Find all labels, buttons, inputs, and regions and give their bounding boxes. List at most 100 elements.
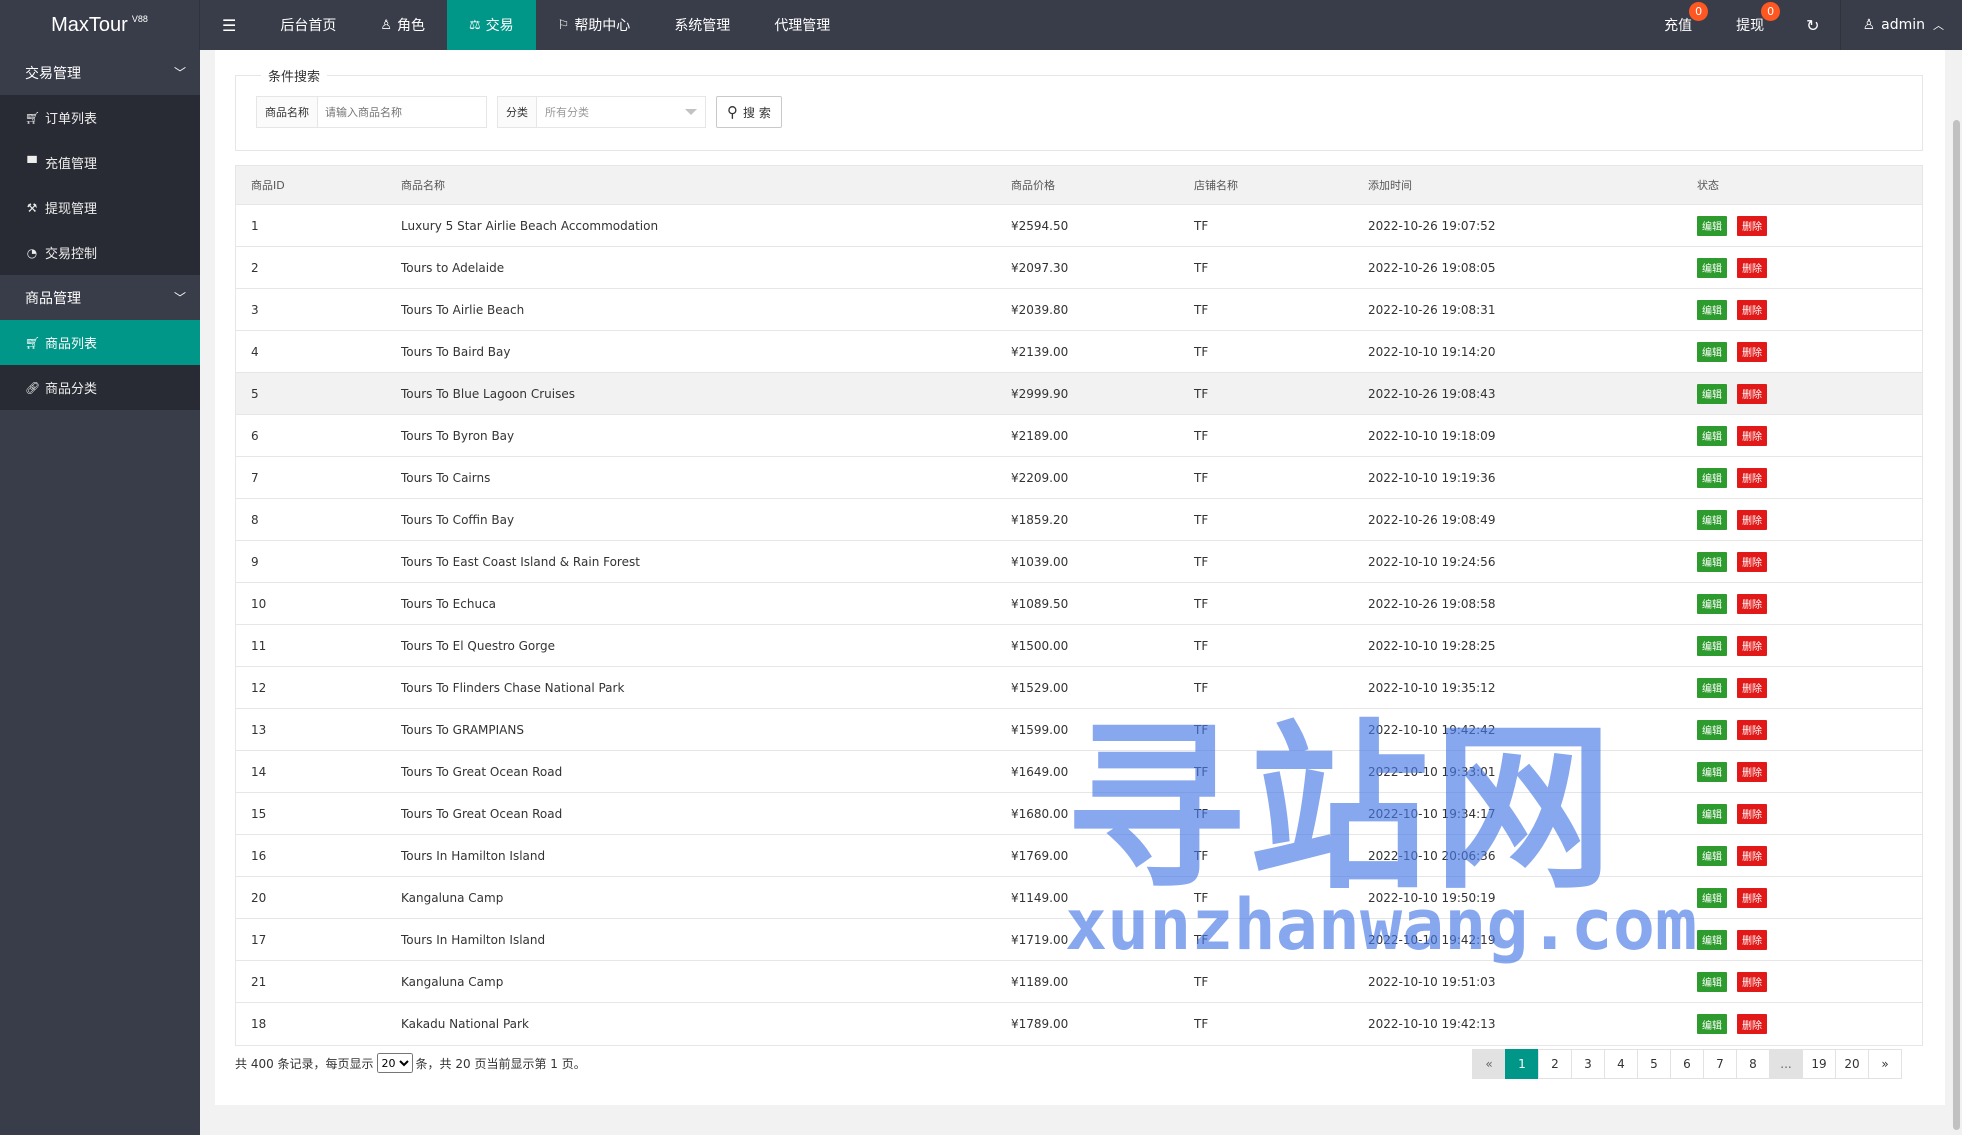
- table-row[interactable]: 21 Kangaluna Camp ¥1189.00 TF 2022-10-10 19:…: [236, 961, 1922, 1003]
- table-row[interactable]: 5 Tours To Blue Lagoon Cruises ¥2999.90 TF 2…: [236, 373, 1922, 415]
- edit-button[interactable]: 编辑: [1697, 887, 1727, 908]
- edit-button[interactable]: 编辑: [1697, 971, 1727, 992]
- user-menu[interactable]: ♙ admin ︿: [1839, 0, 1962, 50]
- table-row[interactable]: 15 Tours To Great Ocean Road ¥1680.00 TF 202…: [236, 793, 1922, 835]
- nav-role[interactable]: ♙ 角色: [358, 0, 447, 50]
- search-button[interactable]: ⚲ 搜 索: [716, 96, 782, 128]
- edit-button[interactable]: 编辑: [1697, 383, 1727, 404]
- cell-name: Tours To Coffin Bay: [401, 512, 515, 527]
- delete-button[interactable]: 删除: [1737, 215, 1767, 236]
- recharge-button[interactable]: 充值 0: [1642, 0, 1714, 50]
- pager-page[interactable]: 6: [1670, 1049, 1704, 1079]
- edit-button[interactable]: 编辑: [1697, 299, 1727, 320]
- delete-button[interactable]: 删除: [1737, 551, 1767, 572]
- pager-page[interactable]: 3: [1571, 1049, 1605, 1079]
- edit-button[interactable]: 编辑: [1697, 803, 1727, 824]
- sidebar-item-trade-control[interactable]: ◔ 交易控制: [0, 230, 200, 275]
- delete-button[interactable]: 删除: [1737, 509, 1767, 530]
- nav-home[interactable]: 后台首页: [258, 0, 358, 50]
- table-row[interactable]: 3 Tours To Airlie Beach ¥2039.80 TF 2022-10-…: [236, 289, 1922, 331]
- sidebar-group-trade[interactable]: 交易管理 ﹀: [0, 50, 200, 95]
- pager-page[interactable]: 19: [1802, 1049, 1836, 1079]
- delete-button[interactable]: 删除: [1737, 929, 1767, 950]
- table-row[interactable]: 13 Tours To GRAMPIANS ¥1599.00 TF 2022-10-10…: [236, 709, 1922, 751]
- table-row[interactable]: 18 Kakadu National Park ¥1789.00 TF 2022-10-…: [236, 1003, 1922, 1045]
- delete-button[interactable]: 删除: [1737, 887, 1767, 908]
- delete-button[interactable]: 删除: [1737, 971, 1767, 992]
- edit-button[interactable]: 编辑: [1697, 425, 1727, 446]
- delete-button[interactable]: 删除: [1737, 425, 1767, 446]
- edit-button[interactable]: 编辑: [1697, 551, 1727, 572]
- sidebar-item-goods-category[interactable]: 🔗︎ 商品分类: [0, 365, 200, 410]
- table-row[interactable]: 8 Tours To Coffin Bay ¥1859.20 TF 2022-10-26…: [236, 499, 1922, 541]
- table-row[interactable]: 4 Tours To Baird Bay ¥2139.00 TF 2022-10-10 …: [236, 331, 1922, 373]
- edit-button[interactable]: 编辑: [1697, 635, 1727, 656]
- delete-button[interactable]: 删除: [1737, 677, 1767, 698]
- page-scrollbar[interactable]: [1951, 50, 1962, 1135]
- edit-button[interactable]: 编辑: [1697, 593, 1727, 614]
- category-select[interactable]: 所有分类: [537, 97, 705, 127]
- delete-button[interactable]: 删除: [1737, 719, 1767, 740]
- delete-button[interactable]: 删除: [1737, 467, 1767, 488]
- table-row[interactable]: 7 Tours To Cairns ¥2209.00 TF 2022-10-10 19:…: [236, 457, 1922, 499]
- nav-agent[interactable]: 代理管理: [752, 0, 852, 50]
- edit-button[interactable]: 编辑: [1697, 257, 1727, 278]
- sidebar-group-goods[interactable]: 商品管理 ﹀: [0, 275, 200, 320]
- app-logo[interactable]: MaxTour V88: [0, 0, 200, 50]
- table-row[interactable]: 11 Tours To El Questro Gorge ¥1500.00 TF 202…: [236, 625, 1922, 667]
- nav-help[interactable]: ⚐ 帮助中心: [536, 0, 653, 50]
- pager-page[interactable]: 8: [1736, 1049, 1770, 1079]
- sidebar-item-recharge[interactable]: ▀ 充值管理: [0, 140, 200, 185]
- delete-button[interactable]: 删除: [1737, 845, 1767, 866]
- delete-button[interactable]: 删除: [1737, 1014, 1767, 1034]
- edit-button[interactable]: 编辑: [1697, 929, 1727, 950]
- pager-page[interactable]: 1: [1505, 1049, 1539, 1079]
- pager-page[interactable]: 7: [1703, 1049, 1737, 1079]
- pager-prev[interactable]: «: [1472, 1049, 1506, 1079]
- pager-page[interactable]: 2: [1538, 1049, 1572, 1079]
- edit-button[interactable]: 编辑: [1697, 677, 1727, 698]
- edit-button[interactable]: 编辑: [1697, 719, 1727, 740]
- table-row[interactable]: 14 Tours To Great Ocean Road ¥1649.00 TF 202…: [236, 751, 1922, 793]
- sidebar-item-orders[interactable]: 🛒︎ 订单列表: [0, 95, 200, 140]
- delete-button[interactable]: 删除: [1737, 761, 1767, 782]
- edit-button[interactable]: 编辑: [1697, 761, 1727, 782]
- edit-button[interactable]: 编辑: [1697, 341, 1727, 362]
- sidebar-item-withdraw[interactable]: ⚒ 提现管理: [0, 185, 200, 230]
- table-row[interactable]: 9 Tours To East Coast Island & Rain Fores…: [236, 541, 1922, 583]
- pager-page[interactable]: 20: [1835, 1049, 1869, 1079]
- nav-trade[interactable]: ⚖ 交易: [447, 0, 536, 50]
- sidebar-item-goods-list[interactable]: 🛒︎ 商品列表: [0, 320, 200, 365]
- table-row[interactable]: 2 Tours to Adelaide ¥2097.30 TF 2022-10-26 1…: [236, 247, 1922, 289]
- table-row[interactable]: 10 Tours To Echuca ¥1089.50 TF 2022-10-26 19…: [236, 583, 1922, 625]
- edit-button[interactable]: 编辑: [1697, 509, 1727, 530]
- pager-next[interactable]: »: [1868, 1049, 1902, 1079]
- delete-button[interactable]: 删除: [1737, 635, 1767, 656]
- edit-button[interactable]: 编辑: [1697, 1014, 1727, 1034]
- page-size-select[interactable]: 20: [376, 1053, 413, 1073]
- delete-button[interactable]: 删除: [1737, 593, 1767, 614]
- table-row[interactable]: 6 Tours To Byron Bay ¥2189.00 TF 2022-10-10 …: [236, 415, 1922, 457]
- refresh-button[interactable]: ↻: [1786, 0, 1839, 50]
- edit-button[interactable]: 编辑: [1697, 845, 1727, 866]
- name-input[interactable]: [318, 97, 486, 127]
- withdraw-button[interactable]: 提现 0: [1714, 0, 1786, 50]
- table-row[interactable]: 12 Tours To Flinders Chase National Park ¥…: [236, 667, 1922, 709]
- delete-button[interactable]: 删除: [1737, 299, 1767, 320]
- table-row[interactable]: 16 Tours In Hamilton Island ¥1769.00 TF 2022…: [236, 835, 1922, 877]
- table-row[interactable]: 20 Kangaluna Camp ¥1149.00 TF 2022-10-10 19:…: [236, 877, 1922, 919]
- delete-button[interactable]: 删除: [1737, 257, 1767, 278]
- cell-time: 2022-10-10 19:50:19: [1368, 890, 1496, 905]
- delete-button[interactable]: 删除: [1737, 341, 1767, 362]
- edit-button[interactable]: 编辑: [1697, 215, 1727, 236]
- delete-button[interactable]: 删除: [1737, 383, 1767, 404]
- scrollbar-thumb[interactable]: [1953, 120, 1960, 1130]
- pager-page[interactable]: 4: [1604, 1049, 1638, 1079]
- nav-system[interactable]: 系统管理: [652, 0, 752, 50]
- pager-page[interactable]: 5: [1637, 1049, 1671, 1079]
- menu-toggle-button[interactable]: ☰: [200, 0, 258, 50]
- table-row[interactable]: 1 Luxury 5 Star Airlie Beach Accommodatio…: [236, 205, 1922, 247]
- table-row[interactable]: 17 Tours In Hamilton Island ¥1719.00 TF 2022…: [236, 919, 1922, 961]
- delete-button[interactable]: 删除: [1737, 803, 1767, 824]
- edit-button[interactable]: 编辑: [1697, 467, 1727, 488]
